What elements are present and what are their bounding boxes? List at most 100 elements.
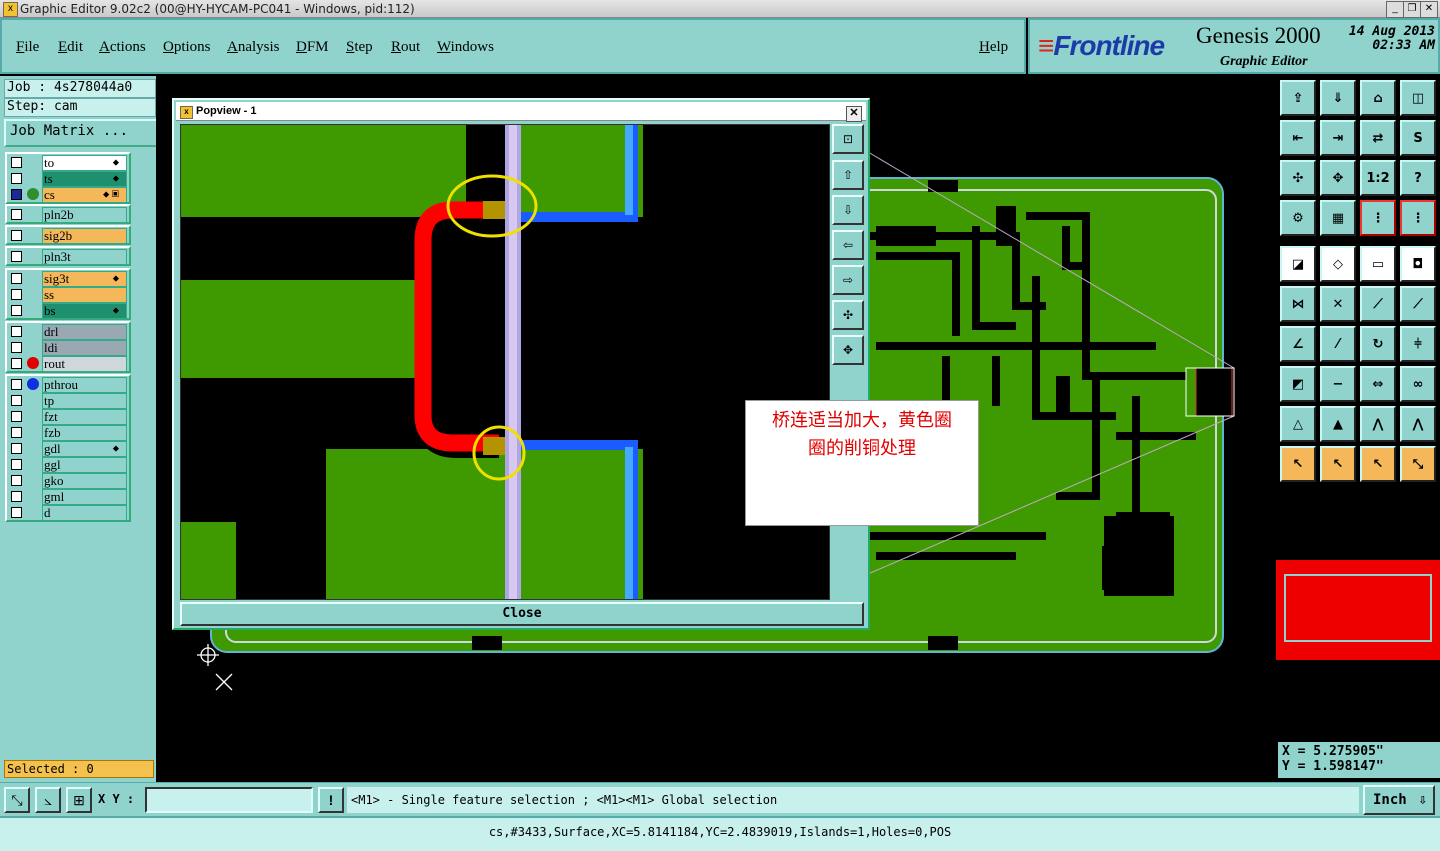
unit-selector[interactable]: Inch ⇩ bbox=[1363, 785, 1435, 815]
layer-checkbox[interactable] bbox=[11, 459, 22, 470]
layer-checkbox[interactable] bbox=[11, 475, 22, 486]
layer-row-gml[interactable]: gml bbox=[7, 488, 129, 505]
add-pad-icon[interactable]: ◪ bbox=[1280, 246, 1316, 282]
layer-row-bs[interactable]: bs ⬥ bbox=[7, 302, 129, 319]
pointer3-icon[interactable]: ↖ bbox=[1360, 446, 1396, 482]
arch-icon[interactable]: ⋀ bbox=[1360, 406, 1396, 442]
layer-checkbox[interactable] bbox=[11, 411, 22, 422]
layer-row-pln3t[interactable]: pln3t bbox=[7, 248, 129, 265]
grid-icon[interactable]: ▦ bbox=[1320, 200, 1356, 236]
popview-zoom-out-button[interactable]: ✥ bbox=[832, 335, 864, 365]
layer-checkbox[interactable] bbox=[11, 189, 22, 200]
layer-name[interactable]: pthrou bbox=[42, 377, 127, 393]
layer-row-pln2b[interactable]: pln2b bbox=[7, 206, 129, 223]
popview-zoom-fit-button[interactable]: ⊡ bbox=[832, 124, 864, 154]
layer-checkbox[interactable] bbox=[11, 358, 22, 369]
grid-snap-icon[interactable]: ⊞ bbox=[66, 787, 92, 813]
layer-name[interactable]: sig2b bbox=[42, 228, 127, 244]
layer-checkbox[interactable] bbox=[11, 209, 22, 220]
layer-name[interactable]: drl bbox=[42, 324, 127, 340]
pointer2-icon[interactable]: ↖ bbox=[1320, 446, 1356, 482]
arc-icon[interactable]: ↻ bbox=[1360, 326, 1396, 362]
menu-file[interactable]: File bbox=[16, 39, 39, 56]
resize-icon[interactable]: ⇔ bbox=[1360, 366, 1396, 402]
layer-row-ggl[interactable]: ggl bbox=[7, 456, 129, 473]
menu-rout[interactable]: Rout bbox=[391, 39, 420, 56]
layer-checkbox[interactable] bbox=[11, 379, 22, 390]
overview-frame[interactable] bbox=[1284, 574, 1432, 642]
pad-icon[interactable]: ◩ bbox=[1280, 366, 1316, 402]
menu-dfm[interactable]: DFM bbox=[296, 39, 329, 56]
cross-icon[interactable]: ✕ bbox=[1320, 286, 1356, 322]
xy-input[interactable] bbox=[145, 787, 313, 813]
layer-row-cs[interactable]: cs ⬥ ▣ bbox=[7, 186, 129, 203]
window-split-icon[interactable]: ◫ bbox=[1400, 80, 1436, 116]
layer-name[interactable]: gml bbox=[42, 489, 127, 505]
layer-name[interactable]: d bbox=[42, 505, 127, 521]
circles-icon[interactable]: ∞ bbox=[1400, 366, 1436, 402]
job-matrix-button[interactable]: Job Matrix ... bbox=[4, 119, 158, 147]
layer-row-sig2b[interactable]: sig2b bbox=[7, 227, 129, 244]
pan-left-icon[interactable]: ⇤ bbox=[1280, 120, 1316, 156]
layer-checkbox[interactable] bbox=[11, 289, 22, 300]
line-dot2-icon[interactable]: ⟋ bbox=[1400, 286, 1436, 322]
layer-row-ss[interactable]: ss bbox=[7, 286, 129, 303]
layer-checkbox[interactable] bbox=[11, 230, 22, 241]
layer-row-pthrou[interactable]: pthrou bbox=[7, 376, 129, 393]
layer-checkbox[interactable] bbox=[11, 326, 22, 337]
slash-icon[interactable]: ⁄ bbox=[1320, 326, 1356, 362]
layer-checkbox[interactable] bbox=[11, 443, 22, 454]
zoom-in-icon[interactable]: ✥ bbox=[1320, 160, 1356, 196]
layer-row-to[interactable]: to ⬥ bbox=[7, 154, 129, 171]
layer-row-d[interactable]: d bbox=[7, 504, 129, 521]
layer-checkbox[interactable] bbox=[11, 507, 22, 518]
popview-pan-left-button[interactable]: ⇦ bbox=[832, 230, 864, 260]
popview-canvas[interactable] bbox=[180, 124, 830, 600]
menu-analysis[interactable]: Analysis bbox=[227, 39, 280, 56]
popview-pan-right-button[interactable]: ⇨ bbox=[832, 265, 864, 295]
mirror-icon[interactable]: S bbox=[1400, 120, 1436, 156]
layer-row-ldi[interactable]: ldi bbox=[7, 339, 129, 356]
ratio-icon[interactable]: 1:2 bbox=[1360, 160, 1396, 196]
pointer-icon[interactable]: ↖ bbox=[1280, 446, 1316, 482]
layer-row-fzt[interactable]: fzt bbox=[7, 408, 129, 425]
popview-pan-down-button[interactable]: ⇩ bbox=[832, 195, 864, 225]
popview-close-icon[interactable]: ✕ bbox=[846, 106, 862, 122]
select-box-icon[interactable]: ◘ bbox=[1400, 246, 1436, 282]
zoom-home-icon[interactable]: ⇪ bbox=[1280, 80, 1316, 116]
layer-checkbox[interactable] bbox=[11, 173, 22, 184]
layer-row-sig3t[interactable]: sig3t ⬥ bbox=[7, 270, 129, 287]
layers-red-icon[interactable]: ⋮ bbox=[1360, 200, 1396, 236]
menu-windows[interactable]: Windows bbox=[437, 39, 494, 56]
zoom-extents-icon[interactable]: ✣ bbox=[1280, 160, 1316, 196]
route-icon[interactable]: ⤡ bbox=[1400, 446, 1436, 482]
close-window-button[interactable]: ✕ bbox=[1420, 1, 1438, 18]
home-icon[interactable]: ⌂ bbox=[1360, 80, 1396, 116]
layer-row-rout[interactable]: rout bbox=[7, 355, 129, 372]
menu-edit[interactable]: Edit bbox=[58, 39, 83, 56]
layer-row-gdl[interactable]: gdl ⬥ bbox=[7, 440, 129, 457]
layer-checkbox[interactable] bbox=[11, 342, 22, 353]
layer-name[interactable]: ldi bbox=[42, 340, 127, 356]
layer-name[interactable]: fzb bbox=[42, 425, 127, 441]
layer-checkbox[interactable] bbox=[11, 157, 22, 168]
zoom-down-icon[interactable]: ⇓ bbox=[1320, 80, 1356, 116]
menu-actions[interactable]: Actions bbox=[99, 39, 146, 56]
angle-icon[interactable]: ∠ bbox=[1280, 326, 1316, 362]
layers-red2-icon[interactable]: ⋮ bbox=[1400, 200, 1436, 236]
layer-name[interactable]: pln2b bbox=[42, 207, 127, 223]
menu-help[interactable]: Help bbox=[979, 39, 1008, 56]
add-shape-icon[interactable]: ◇ bbox=[1320, 246, 1356, 282]
pan-right-icon[interactable]: ⇥ bbox=[1320, 120, 1356, 156]
connect-icon[interactable]: ⋈ bbox=[1280, 286, 1316, 322]
layer-name[interactable]: rout bbox=[42, 356, 127, 372]
maximize-button[interactable]: ❐ bbox=[1403, 1, 1421, 18]
layer-checkbox[interactable] bbox=[11, 395, 22, 406]
zoom-window-icon[interactable]: ⤡ bbox=[4, 787, 30, 813]
popview-zoom-in-button[interactable]: ✣ bbox=[832, 300, 864, 330]
help-icon[interactable]: ? bbox=[1400, 160, 1436, 196]
layer-name[interactable]: ss bbox=[42, 287, 127, 303]
layer-row-ts[interactable]: ts ⬥ bbox=[7, 170, 129, 187]
layer-name[interactable]: gko bbox=[42, 473, 127, 489]
layer-checkbox[interactable] bbox=[11, 427, 22, 438]
